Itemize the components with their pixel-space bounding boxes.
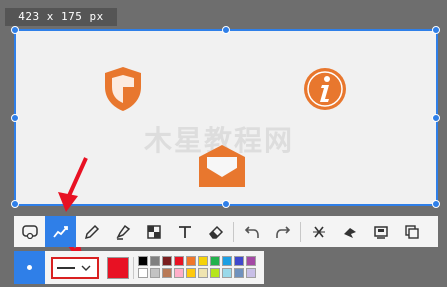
freeline-icon [52,225,68,238]
chevron-down-icon [81,265,91,271]
resize-handle-bottom[interactable] [222,200,230,208]
undo-button[interactable] [236,216,267,247]
resize-handle-top[interactable] [222,26,230,34]
palette-color-swatch[interactable] [174,268,184,278]
line-style-dropdown[interactable] [51,256,99,279]
save-icon [373,225,388,239]
redo-icon [275,225,290,238]
palette-color-swatch[interactable] [138,268,148,278]
highlighter-icon [115,224,130,240]
resize-handle-top-left[interactable] [11,26,19,34]
palette-color-swatch[interactable] [222,268,232,278]
cancel-button[interactable] [303,216,334,247]
resize-handle-right[interactable] [432,114,440,122]
palette-color-swatch[interactable] [186,256,196,266]
palette-color-swatch[interactable] [162,268,172,278]
eraser-icon [208,225,223,239]
eraser-tool[interactable] [200,216,231,247]
brush-size-button[interactable] [14,251,45,284]
mosaic-tool[interactable] [138,216,169,247]
selection-size-label: 423 x 175 px [5,8,117,26]
pin-button[interactable] [334,216,365,247]
palette-color-swatch[interactable] [210,268,220,278]
resize-handle-bottom-right[interactable] [432,200,440,208]
brush-dot-icon [27,265,32,270]
palette-color-swatch[interactable] [246,256,256,266]
rect-outline-icon [21,224,38,239]
annotation-toolbar [14,216,438,247]
copy-icon [404,224,419,239]
palette-color-swatch[interactable] [150,268,160,278]
resize-handle-top-right[interactable] [432,26,440,34]
copy-button[interactable] [396,216,427,247]
palette-color-swatch[interactable] [234,256,244,266]
mail-icon [199,145,245,187]
palette-color-swatch[interactable] [150,256,160,266]
palette-color-swatch[interactable] [234,268,244,278]
palette-color-swatch[interactable] [198,268,208,278]
palette-color-swatch[interactable] [162,256,172,266]
annotation-arrow-icon [58,157,88,212]
palette-color-swatch[interactable] [174,256,184,266]
highlighter-tool[interactable] [107,216,138,247]
shield-icon [105,67,141,111]
text-icon [178,225,191,238]
palette-color-swatch[interactable] [246,268,256,278]
selected-color-swatch[interactable] [107,256,129,279]
toolbar-divider [233,221,234,242]
pin-icon [343,227,356,238]
close-icon [312,226,325,237]
save-button[interactable] [365,216,396,247]
palette-color-swatch[interactable] [186,268,196,278]
pencil-icon [84,224,99,239]
undo-icon [244,225,259,238]
toolbar-divider [300,221,301,242]
palette-color-swatch[interactable] [222,256,232,266]
pen-tool[interactable] [45,216,76,247]
resize-handle-bottom-left[interactable] [11,200,19,208]
text-tool[interactable] [169,216,200,247]
resize-handle-left[interactable] [11,114,19,122]
solid-line-icon [57,266,75,269]
options-divider [133,256,134,279]
info-icon [304,68,346,110]
palette-color-swatch[interactable] [210,256,220,266]
color-palette [138,256,257,279]
pencil-tool[interactable] [76,216,107,247]
rectangle-tool[interactable] [14,216,45,247]
tool-options-bar [14,251,264,284]
palette-color-swatch[interactable] [138,256,148,266]
redo-button[interactable] [267,216,298,247]
palette-color-swatch[interactable] [198,256,208,266]
mosaic-icon [146,224,161,239]
